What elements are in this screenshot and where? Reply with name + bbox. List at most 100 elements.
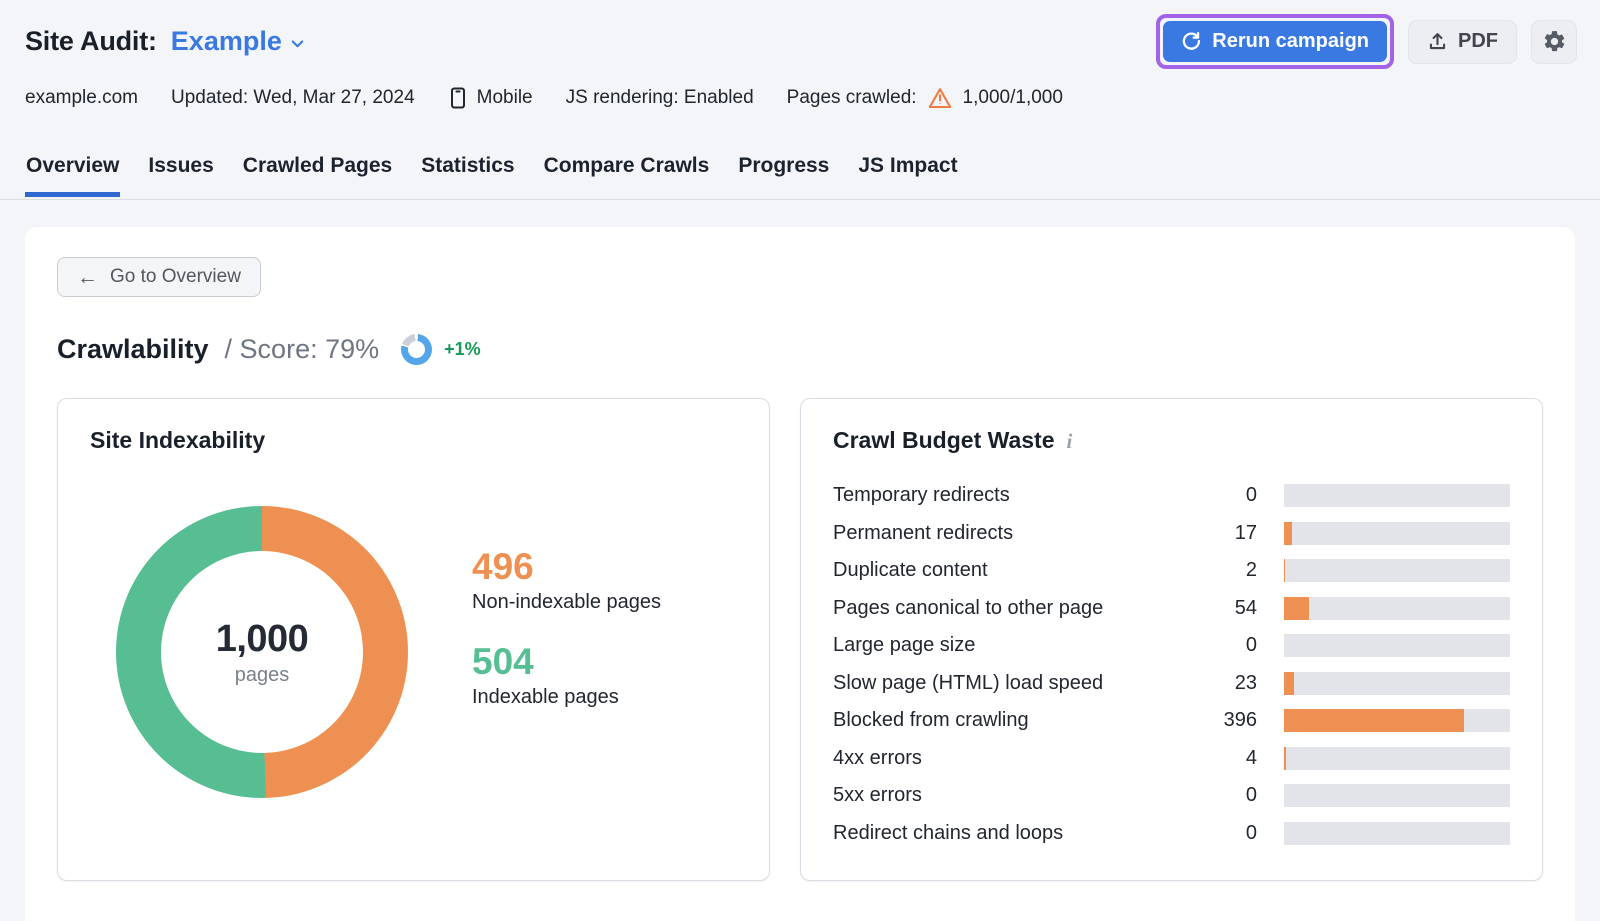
domain-label: example.com xyxy=(25,87,138,109)
export-pdf-button[interactable]: PDF xyxy=(1408,20,1517,64)
waste-row-label: Redirect chains and loops xyxy=(833,822,1199,845)
waste-row-bar xyxy=(1284,822,1510,845)
waste-row: Redirect chains and loops 0 xyxy=(833,815,1510,853)
chevron-down-icon xyxy=(288,34,307,53)
warning-triangle-icon[interactable] xyxy=(928,87,952,109)
waste-row-value: 17 xyxy=(1199,522,1257,545)
upload-icon xyxy=(1427,31,1448,52)
cards-row: Site Indexability 1,000 pages 496 Non-in… xyxy=(57,398,1543,881)
report-panel: ← Go to Overview Crawlability / Score: 7… xyxy=(25,227,1575,921)
waste-row: Slow page (HTML) load speed 23 xyxy=(833,665,1510,703)
waste-row-label: Blocked from crawling xyxy=(833,709,1199,732)
waste-row-bar xyxy=(1284,634,1510,657)
waste-row-bar-fill xyxy=(1284,522,1292,545)
waste-row-label: 5xx errors xyxy=(833,784,1199,807)
donut-total-value: 1,000 xyxy=(216,618,309,661)
rerun-campaign-button[interactable]: Rerun campaign xyxy=(1163,21,1387,62)
waste-row-value: 0 xyxy=(1199,822,1257,845)
legend-label: Indexable pages xyxy=(472,686,661,709)
go-to-overview-button[interactable]: ← Go to Overview xyxy=(57,257,261,297)
crawl-budget-waste-card: Crawl Budget Waste i Temporary redirects … xyxy=(800,398,1543,881)
page-title: Site Audit: xyxy=(25,26,157,57)
project-selector[interactable]: Example xyxy=(171,26,307,57)
go-to-overview-label: Go to Overview xyxy=(110,266,241,288)
mobile-phone-icon xyxy=(448,86,468,110)
indexability-donut-chart[interactable]: 1,000 pages xyxy=(116,506,408,798)
settings-button[interactable] xyxy=(1531,20,1577,64)
waste-row: 4xx errors 4 xyxy=(833,740,1510,778)
campaign-meta-row: example.com Updated: Wed, Mar 27, 2024 M… xyxy=(25,86,1577,110)
arrow-left-icon: ← xyxy=(77,267,98,288)
waste-row-bar xyxy=(1284,747,1510,770)
updated-label: Updated: Wed, Mar 27, 2024 xyxy=(171,87,415,109)
waste-row: Blocked from crawling 396 xyxy=(833,702,1510,740)
tab-bar: Overview Issues Crawled Pages Statistics Com… xyxy=(0,150,1600,200)
waste-row-bar-fill xyxy=(1284,559,1285,582)
waste-row-bar-fill xyxy=(1284,597,1309,620)
annotation-highlight-box: Rerun campaign xyxy=(1156,14,1394,69)
waste-row: Permanent redirects 17 xyxy=(833,515,1510,553)
waste-row: 5xx errors 0 xyxy=(833,777,1510,815)
waste-row-bar xyxy=(1284,784,1510,807)
crawl-budget-waste-title-text: Crawl Budget Waste xyxy=(833,427,1055,453)
donut-center: 1,000 pages xyxy=(161,551,363,753)
pages-crawled-value: 1,000/1,000 xyxy=(963,87,1063,109)
waste-row-value: 54 xyxy=(1199,597,1257,620)
tab-overview[interactable]: Overview xyxy=(25,150,120,196)
indexability-content: 1,000 pages 496 Non-indexable pages 504 … xyxy=(90,506,737,798)
waste-row-value: 0 xyxy=(1199,784,1257,807)
waste-row-label: Large page size xyxy=(833,634,1199,657)
waste-row: Pages canonical to other page 54 xyxy=(833,590,1510,628)
waste-row-label: 4xx errors xyxy=(833,747,1199,770)
tab-issues[interactable]: Issues xyxy=(147,150,214,196)
waste-row-bar-fill xyxy=(1284,672,1294,695)
waste-row: Temporary redirects 0 xyxy=(833,477,1510,515)
waste-row-bar xyxy=(1284,672,1510,695)
device-label: Mobile xyxy=(477,87,533,109)
project-name: Example xyxy=(171,26,282,57)
legend-label: Non-indexable pages xyxy=(472,591,661,614)
tab-crawled-pages[interactable]: Crawled Pages xyxy=(242,150,393,196)
info-icon[interactable]: i xyxy=(1067,429,1073,453)
crawlability-score-row: Crawlability / Score: 79% +1% xyxy=(57,334,1543,365)
tab-js-impact[interactable]: JS Impact xyxy=(857,150,958,196)
donut-total-unit: pages xyxy=(235,664,290,687)
donut-legend: 496 Non-indexable pages 504 Indexable pa… xyxy=(472,548,661,798)
legend-value: 504 xyxy=(472,643,661,682)
legend-item: 504 Indexable pages xyxy=(472,643,661,709)
score-label: / Score: 79% xyxy=(225,334,380,365)
waste-row-value: 396 xyxy=(1199,709,1257,732)
export-pdf-label: PDF xyxy=(1458,30,1498,53)
refresh-icon xyxy=(1181,31,1202,52)
section-title: Crawlability xyxy=(57,334,209,365)
tab-statistics[interactable]: Statistics xyxy=(420,150,515,196)
site-indexability-card: Site Indexability 1,000 pages 496 Non-in… xyxy=(57,398,770,881)
waste-rows: Temporary redirects 0 Permanent redirect… xyxy=(833,477,1510,852)
device-meta: Mobile xyxy=(448,86,533,110)
legend-value: 496 xyxy=(472,548,661,587)
waste-row-label: Permanent redirects xyxy=(833,522,1199,545)
waste-row-bar-fill xyxy=(1284,709,1464,732)
crawl-budget-waste-title: Crawl Budget Waste i xyxy=(833,427,1510,454)
waste-row-bar xyxy=(1284,709,1510,732)
waste-row-label: Pages canonical to other page xyxy=(833,597,1199,620)
waste-row-bar xyxy=(1284,559,1510,582)
waste-row-value: 23 xyxy=(1199,672,1257,695)
score-ring-chart xyxy=(401,334,432,365)
rerun-campaign-label: Rerun campaign xyxy=(1212,30,1369,53)
site-indexability-title: Site Indexability xyxy=(90,427,737,454)
waste-row-value: 2 xyxy=(1199,559,1257,582)
header-top-row: Site Audit: Example Rerun campaign PDF xyxy=(25,14,1577,69)
waste-row-value: 4 xyxy=(1199,747,1257,770)
waste-row-bar-fill xyxy=(1284,747,1286,770)
waste-row-value: 0 xyxy=(1199,634,1257,657)
score-delta-badge: +1% xyxy=(444,339,481,360)
tab-compare-crawls[interactable]: Compare Crawls xyxy=(543,150,711,196)
waste-row-label: Duplicate content xyxy=(833,559,1199,582)
waste-row: Large page size 0 xyxy=(833,627,1510,665)
waste-row-value: 0 xyxy=(1199,484,1257,507)
gear-icon xyxy=(1542,29,1567,54)
waste-row-bar xyxy=(1284,597,1510,620)
legend-item: 496 Non-indexable pages xyxy=(472,548,661,614)
tab-progress[interactable]: Progress xyxy=(737,150,830,196)
